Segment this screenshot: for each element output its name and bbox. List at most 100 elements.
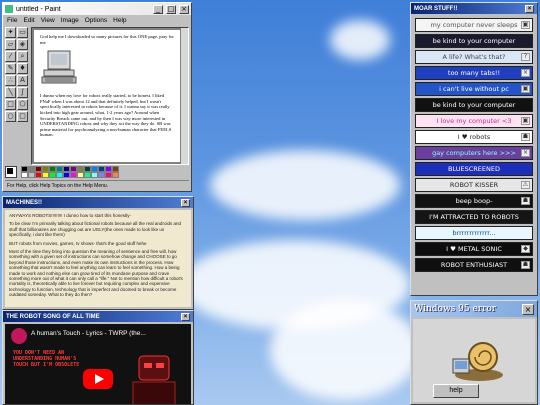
- blinkie-stamp: too many tabs!! ×: [415, 66, 533, 80]
- color-swatch[interactable]: [70, 172, 77, 178]
- color-swatch[interactable]: [35, 172, 42, 178]
- color-swatch[interactable]: [28, 172, 35, 178]
- magnifier-icon[interactable]: ⌕: [17, 51, 28, 62]
- pc-icon: ▣: [521, 85, 530, 93]
- paint-title: untitled - Paint: [16, 5, 61, 13]
- blinkie-stamp: I love my computer <3 ▣: [415, 114, 533, 128]
- close-icon: ×: [521, 149, 530, 157]
- paint-canvas[interactable]: God help me I downloaded so many picture…: [34, 30, 180, 162]
- close-icon: ×: [521, 69, 530, 77]
- color-swatch[interactable]: [42, 172, 49, 178]
- paragraph: ANYWAYS ROBOTS!!!!!!!!! I dunno how to s…: [9, 213, 132, 218]
- paragraph: BUT robots from movies, games, tv shows-…: [9, 240, 147, 246]
- close-button[interactable]: ×: [179, 4, 189, 14]
- menu-view[interactable]: View: [41, 17, 55, 24]
- song-titlebar[interactable]: THE ROBOT SONG OF ALL TIME ×: [3, 311, 193, 322]
- color-swatch[interactable]: [112, 172, 119, 178]
- color-swatch[interactable]: [98, 172, 105, 178]
- blinkie-stamp: I'M ATTRACTED TO ROBOTS: [415, 210, 533, 224]
- color-palette: [5, 165, 119, 179]
- pencil-icon[interactable]: ✎: [5, 63, 16, 74]
- maximize-button[interactable]: □: [166, 4, 176, 14]
- close-button[interactable]: ×: [525, 4, 534, 13]
- close-button[interactable]: ×: [522, 303, 534, 315]
- channel-avatar[interactable]: [11, 328, 27, 344]
- robot-song-window[interactable]: THE ROBOT SONG OF ALL TIME × A human's T…: [2, 310, 194, 405]
- paint-menubar: File Edit View Image Options Help: [3, 15, 191, 25]
- blinkie-stamp: BLUESCREENED: [415, 162, 533, 176]
- minimize-button[interactable]: _: [153, 4, 163, 14]
- current-color[interactable]: [5, 166, 17, 178]
- moar-titlebar[interactable]: MOAR STUFF!! ×: [411, 3, 537, 14]
- win95-error-window[interactable]: Windows 95 error × help: [410, 300, 538, 405]
- color-swatch[interactable]: [56, 172, 63, 178]
- blinkie-stamp: I ♥ robots ☗: [415, 130, 533, 144]
- question-icon: ?: [521, 53, 530, 61]
- stamp-text: my computer never sleeps: [430, 21, 518, 29]
- picker-icon[interactable]: ⁄: [5, 51, 16, 62]
- stamp-text: gay computers here >>>: [432, 149, 516, 157]
- close-button[interactable]: ×: [181, 312, 190, 321]
- paint-titlebar[interactable]: untitled - Paint _ □ ×: [3, 3, 191, 15]
- stamp-text: brrrrrrrrrrrrr...: [452, 229, 496, 237]
- text-icon[interactable]: A: [17, 75, 28, 86]
- blinkie-stamp: my computer never sleeps ▣: [415, 18, 533, 32]
- select-icon[interactable]: ▭: [17, 27, 28, 38]
- video-title[interactable]: A human's Touch - Lyrics - TWRP (the...: [31, 330, 187, 337]
- color-swatch[interactable]: [49, 172, 56, 178]
- color-swatch[interactable]: [21, 172, 28, 178]
- menu-options[interactable]: Options: [85, 17, 107, 24]
- song-title: THE ROBOT SONG OF ALL TIME: [6, 313, 100, 320]
- machines-title: MACHINES!!: [6, 199, 42, 206]
- paint-window[interactable]: untitled - Paint _ □ × File Edit View Im…: [2, 2, 192, 192]
- moar-stuff-window[interactable]: MOAR STUFF!! × my computer never sleeps ▣…: [410, 2, 538, 296]
- play-button[interactable]: [83, 369, 113, 389]
- status-bar: For Help, click Help Topics on the Help …: [5, 180, 189, 190]
- blinkie-stamp: be kind to your computer: [415, 98, 533, 112]
- menu-edit[interactable]: Edit: [23, 17, 34, 24]
- blinkie-stamp: ROBOT KISSER ⚠: [415, 178, 533, 192]
- fill-icon[interactable]: ◈: [17, 39, 28, 50]
- machines-titlebar[interactable]: MACHINES!! ×: [3, 197, 193, 208]
- canvas-scrollbar[interactable]: [181, 28, 188, 164]
- stamp-text: I'M ATTRACTED TO ROBOTS: [429, 213, 519, 221]
- stamp-text: ROBOT KISSER: [449, 181, 499, 189]
- polygon-icon[interactable]: ⬠: [17, 99, 28, 110]
- eraser-icon[interactable]: ▱: [5, 39, 16, 50]
- error-titlebar[interactable]: Windows 95 error ×: [411, 301, 537, 317]
- computer-illustration: [41, 50, 77, 84]
- cloud-decoration: [270, 300, 420, 400]
- rounded-rect-icon[interactable]: ▢: [17, 111, 28, 122]
- free-select-icon[interactable]: ✦: [5, 27, 16, 38]
- color-swatch[interactable]: [84, 172, 91, 178]
- robot-icon: ☗: [521, 133, 530, 141]
- video-embed[interactable]: A human's Touch - Lyrics - TWRP (the... …: [5, 324, 191, 404]
- line-icon[interactable]: ╲: [5, 87, 16, 98]
- pc-icon: ▣: [521, 21, 530, 29]
- close-button[interactable]: ×: [181, 198, 190, 207]
- brush-icon[interactable]: ♦: [17, 63, 28, 74]
- help-button[interactable]: help: [433, 384, 479, 398]
- airbrush-icon[interactable]: ∴: [5, 75, 16, 86]
- stamp-text: BLUESCREENED: [448, 165, 500, 173]
- color-swatch[interactable]: [77, 172, 84, 178]
- stamp-text: I ♥ METAL SONIC: [446, 245, 502, 253]
- menu-image[interactable]: Image: [61, 17, 79, 24]
- color-swatch[interactable]: [63, 172, 70, 178]
- cloud-decoration: [330, 20, 390, 60]
- toolbox: ✦ ▭ ▱ ◈ ⁄ ⌕ ✎ ♦ ∴ A ╲ ∫ □ ⬠ ○ ▢: [5, 27, 29, 165]
- color-swatch[interactable]: [91, 172, 98, 178]
- blinkie-stamp: beep boop- ☗: [415, 194, 533, 208]
- machines-window[interactable]: MACHINES!! × ANYWAYS ROBOTS!!!!!!!!! I d…: [2, 196, 194, 310]
- canvas-frame: God help me I downloaded so many picture…: [31, 27, 189, 165]
- menu-help[interactable]: Help: [113, 17, 126, 24]
- robot-figure-icon: [132, 355, 176, 404]
- curve-icon[interactable]: ∫: [17, 87, 28, 98]
- color-swatch[interactable]: [105, 172, 112, 178]
- rectangle-icon[interactable]: □: [5, 99, 16, 110]
- ellipse-icon[interactable]: ○: [5, 111, 16, 122]
- menu-file[interactable]: File: [7, 17, 17, 24]
- paragraph: To be clear I'm primarily talking about …: [9, 221, 181, 238]
- robot-icon: ☗: [521, 197, 530, 205]
- stamp-text: too many tabs!!: [447, 69, 501, 77]
